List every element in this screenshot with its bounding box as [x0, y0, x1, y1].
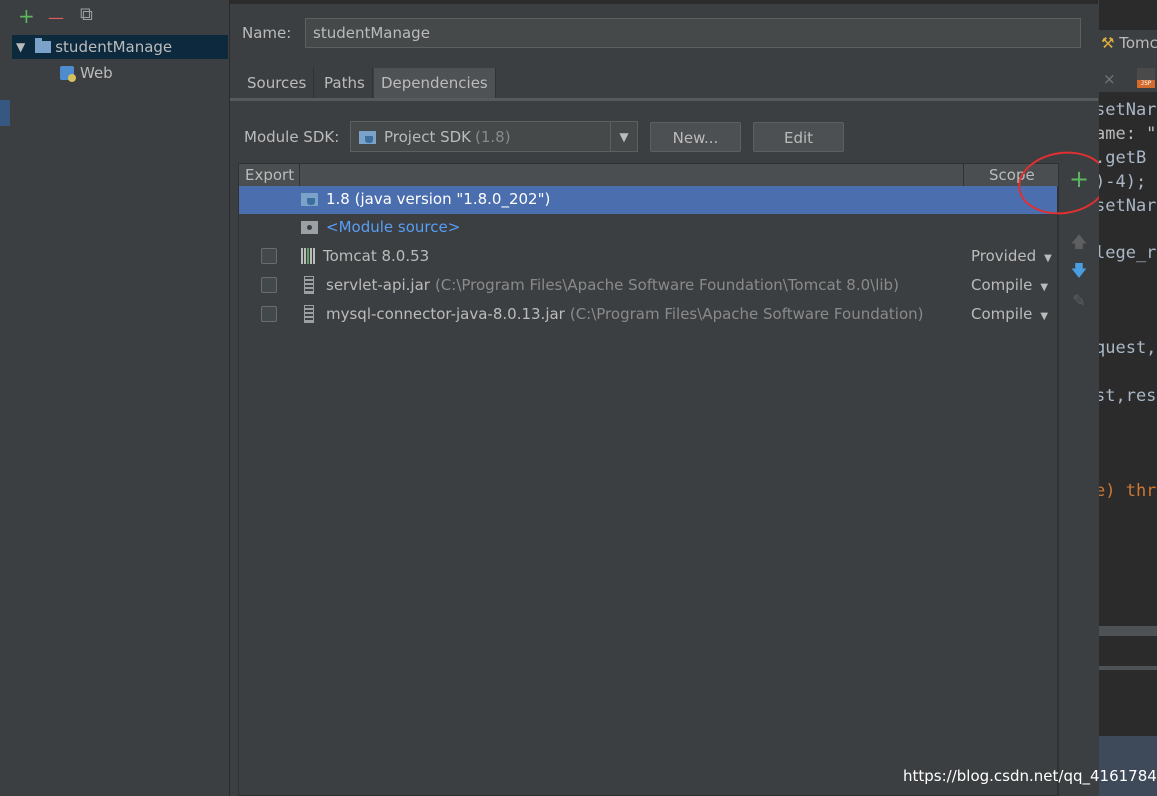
- export-checkbox[interactable]: [261, 248, 277, 264]
- code-line: st,res: [1099, 386, 1157, 406]
- dependencies-table: Export Scope 1.8 (java version "1.8.0_20…: [238, 163, 1059, 796]
- move-down-icon[interactable]: 🡇: [1059, 260, 1099, 287]
- chevron-down-icon: ▼: [1040, 282, 1049, 293]
- tab-paths[interactable]: Paths: [317, 68, 373, 98]
- scope-value: Provided: [971, 247, 1037, 265]
- table-row[interactable]: servlet-api.jar (C:\Program Files\Apache…: [239, 272, 1057, 300]
- sdk-value: Project SDK: [384, 128, 471, 146]
- dependencies-side-toolbar: + 🡅 🡇 ✎: [1058, 163, 1099, 796]
- scope-value: Compile: [971, 276, 1033, 294]
- expand-arrow-icon[interactable]: ▼: [16, 40, 25, 54]
- code-line: quest,: [1099, 338, 1157, 358]
- module-folder-icon: [35, 38, 52, 53]
- dropdown-arrow-icon[interactable]: ▼: [610, 122, 637, 151]
- sdk-version: (1.8): [475, 128, 511, 146]
- dependency-name: servlet-api.jar: [326, 276, 430, 294]
- export-checkbox[interactable]: [261, 306, 277, 322]
- code-line: .getB: [1099, 148, 1147, 168]
- module-settings-panel: Name: Sources Paths Dependencies Module …: [230, 0, 1098, 796]
- tree-item-web-facet[interactable]: Web: [60, 61, 113, 85]
- remove-icon[interactable]: —: [48, 8, 64, 27]
- column-divider: [299, 164, 300, 186]
- code-line: setNar: [1099, 100, 1157, 120]
- code-line: )-4);: [1099, 172, 1147, 192]
- export-checkbox[interactable]: [261, 277, 277, 293]
- module-tree-panel: + — ⧉ ▼ studentManage Web: [0, 0, 230, 796]
- dependency-path: (C:\Program Files\Apache Software Founda…: [569, 305, 924, 323]
- library-icon: [301, 248, 315, 264]
- tree-item-label: Web: [80, 64, 113, 82]
- editor-scroll-divider: [1099, 626, 1157, 636]
- tab-dependencies[interactable]: Dependencies: [374, 68, 496, 98]
- sdk-folder-icon: [301, 192, 318, 206]
- tab-sources[interactable]: Sources: [240, 68, 315, 98]
- scope-dropdown[interactable]: Compile ▼: [971, 305, 1048, 323]
- dependency-name: mysql-connector-java-8.0.13.jar: [326, 305, 565, 323]
- module-sdk-dropdown[interactable]: Project SDK (1.8) ▼: [350, 121, 638, 152]
- table-row[interactable]: mysql-connector-java-8.0.13.jar (C:\Prog…: [239, 301, 1057, 329]
- copy-icon[interactable]: ⧉: [80, 4, 93, 25]
- web-facet-icon: [60, 66, 76, 82]
- table-row[interactable]: Tomcat 8.0.53 Provided ▼: [239, 243, 1057, 271]
- chevron-down-icon: ▼: [1044, 253, 1052, 264]
- jar-icon: [304, 305, 314, 323]
- column-divider: [963, 164, 964, 186]
- scope-value: Compile: [971, 305, 1033, 323]
- dependency-name: <Module source>: [326, 218, 461, 236]
- watermark-text: https://blog.csdn.net/qq_41617848: [903, 767, 1157, 785]
- new-sdk-button[interactable]: New...: [650, 122, 741, 152]
- tree-item-label: studentManage: [55, 38, 173, 56]
- sdk-folder-icon: [359, 130, 376, 144]
- top-divider: [230, 0, 1098, 4]
- table-header: Export Scope: [239, 164, 1059, 187]
- editor-tab-title[interactable]: ⚒ Tomc: [1101, 34, 1157, 52]
- move-up-icon[interactable]: 🡅: [1059, 231, 1099, 258]
- jar-icon: [304, 276, 314, 294]
- dependency-name: 1.8 (java version "1.8.0_202"): [326, 190, 551, 208]
- code-editor-background: ⚒ Tomc × JSP setNar ame: " .getB )-4); s…: [1099, 0, 1157, 796]
- module-source-icon: [301, 220, 318, 234]
- add-icon[interactable]: +: [18, 4, 35, 28]
- jsp-file-icon[interactable]: JSP: [1137, 68, 1155, 88]
- tree-item-module[interactable]: ▼ studentManage: [12, 35, 228, 59]
- tab-underline: [230, 98, 1098, 101]
- left-selection-marker: [0, 100, 10, 126]
- code-line: setNar: [1099, 196, 1157, 216]
- edit-dependency-icon[interactable]: ✎: [1059, 291, 1099, 310]
- jsp-badge: JSP: [1137, 80, 1155, 88]
- editor-divider: [1099, 666, 1157, 670]
- dependency-path: (C:\Program Files\Apache Software Founda…: [434, 276, 899, 294]
- editor-bottom-panel: [1099, 736, 1157, 796]
- table-row[interactable]: <Module source>: [239, 214, 1057, 242]
- close-icon[interactable]: ×: [1103, 70, 1116, 88]
- module-name-input[interactable]: [305, 18, 1081, 48]
- code-line: lege_r: [1099, 243, 1157, 263]
- edit-sdk-button[interactable]: Edit: [753, 122, 844, 152]
- chevron-down-icon: ▼: [1040, 311, 1049, 322]
- table-row[interactable]: 1.8 (java version "1.8.0_202"): [239, 186, 1057, 214]
- name-label: Name:: [242, 24, 292, 42]
- dependency-name: Tomcat 8.0.53: [323, 247, 430, 265]
- editor-tab-label: Tomc: [1119, 34, 1157, 52]
- scope-dropdown[interactable]: Provided ▼: [971, 247, 1052, 265]
- code-line: ame: ": [1099, 124, 1157, 144]
- code-line: e) thr: [1099, 481, 1157, 501]
- column-header-export[interactable]: Export: [245, 166, 294, 184]
- scope-dropdown[interactable]: Compile ▼: [971, 276, 1048, 294]
- module-sdk-label: Module SDK:: [244, 128, 340, 146]
